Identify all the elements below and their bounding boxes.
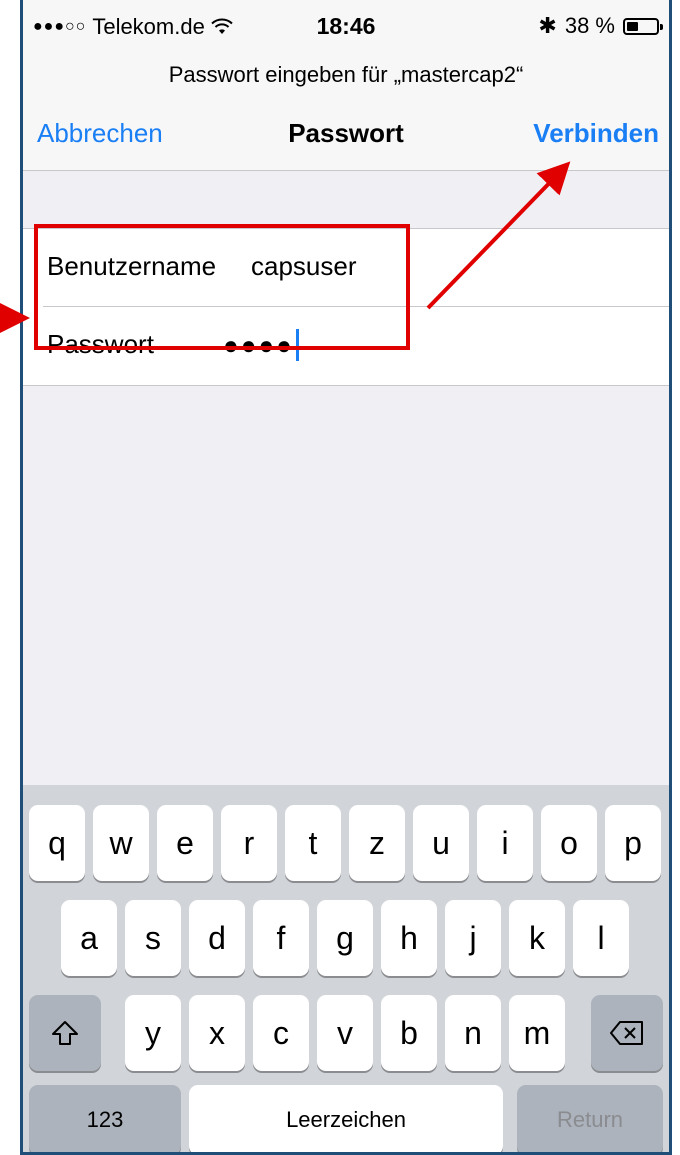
bluetooth-icon: ✱: [538, 13, 557, 38]
key-w[interactable]: w: [93, 805, 149, 881]
key-q[interactable]: q: [29, 805, 85, 881]
return-key[interactable]: Return: [517, 1085, 663, 1152]
keyboard: q w e r t z u i o p a s d f g h j k l y …: [23, 785, 669, 1152]
key-t[interactable]: t: [285, 805, 341, 881]
key-x[interactable]: x: [189, 995, 245, 1071]
delete-icon: [610, 1021, 643, 1045]
credentials-highlight-box: [34, 224, 410, 350]
status-right: ✱ 38 %: [538, 13, 663, 39]
key-p[interactable]: p: [605, 805, 661, 881]
network-prompt: Passwort eingeben für „mastercap2“: [23, 50, 669, 100]
key-o[interactable]: o: [541, 805, 597, 881]
numbers-key[interactable]: 123: [29, 1085, 181, 1152]
key-k[interactable]: k: [509, 900, 565, 976]
key-m[interactable]: m: [509, 995, 565, 1071]
key-v[interactable]: v: [317, 995, 373, 1071]
delete-key[interactable]: [591, 995, 663, 1071]
key-g[interactable]: g: [317, 900, 373, 976]
key-i[interactable]: i: [477, 805, 533, 881]
key-n[interactable]: n: [445, 995, 501, 1071]
shift-key[interactable]: [29, 995, 101, 1071]
key-d[interactable]: d: [189, 900, 245, 976]
key-l[interactable]: l: [573, 900, 629, 976]
status-bar: ●●●○○ Telekom.de 18:46 ✱ 38 %: [23, 0, 669, 50]
key-r[interactable]: r: [221, 805, 277, 881]
space-key[interactable]: Leerzeichen: [189, 1085, 503, 1152]
battery-icon: [623, 17, 663, 35]
battery-percent: 38 %: [564, 13, 615, 38]
key-h[interactable]: h: [381, 900, 437, 976]
key-u[interactable]: u: [413, 805, 469, 881]
key-z[interactable]: z: [349, 805, 405, 881]
key-j[interactable]: j: [445, 900, 501, 976]
key-b[interactable]: b: [381, 995, 437, 1071]
key-y[interactable]: y: [125, 995, 181, 1071]
key-a[interactable]: a: [61, 900, 117, 976]
phone-screen: ●●●○○ Telekom.de 18:46 ✱ 38 % Passwort e…: [20, 0, 672, 1155]
key-c[interactable]: c: [253, 995, 309, 1071]
key-f[interactable]: f: [253, 900, 309, 976]
nav-bar: Abbrechen Passwort Verbinden: [23, 100, 669, 171]
key-s[interactable]: s: [125, 900, 181, 976]
shift-icon: [52, 1021, 78, 1045]
key-e[interactable]: e: [157, 805, 213, 881]
connect-button[interactable]: Verbinden: [533, 118, 659, 149]
